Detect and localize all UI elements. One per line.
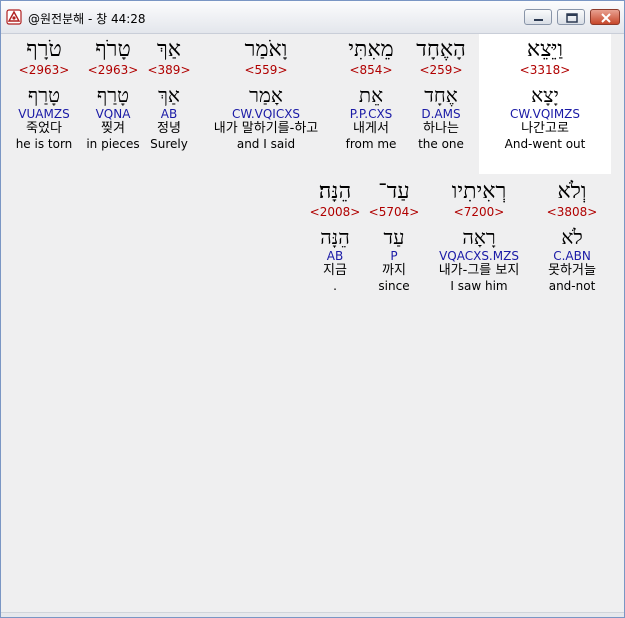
english-gloss: Surely: [150, 137, 188, 151]
english-gloss: in pieces: [86, 137, 140, 151]
word-ak[interactable]: אַךְ <389> אַךְ AB 정녕 Surely: [147, 37, 191, 152]
hebrew-word: וָאֹמַר: [244, 37, 288, 62]
strong-number[interactable]: <3808>: [537, 205, 607, 219]
strong-number[interactable]: <559>: [199, 63, 333, 77]
parsing-code: VQACXS.MZS: [439, 249, 519, 263]
word-henna[interactable]: הֵנָּה׃ <2008> הֵנָּה AB 지금 .: [303, 179, 367, 294]
korean-gloss: 찢겨: [101, 121, 125, 136]
korean-gloss: 내게서: [353, 121, 389, 136]
strong-number[interactable]: <389>: [147, 63, 191, 77]
word-haechad[interactable]: הָאֶחָד <259> אֶחָד D.AMS 하나는 the one: [409, 37, 473, 152]
hebrew-word: וַיֵּצֵא: [526, 37, 564, 62]
hebrew-word: הָאֶחָד: [416, 37, 466, 62]
hebrew-lexeme: אָמַר: [249, 83, 283, 107]
parsing-code: VQNA: [95, 107, 131, 121]
hebrew-word: וְלֹא: [557, 179, 587, 204]
english-gloss: .: [333, 279, 337, 293]
word-vayetse-selected[interactable]: וַיֵּצֵא <3318> יָצָא CW.VQIMZS 나간고로 And…: [479, 34, 611, 174]
parsing-code: D.AMS: [421, 107, 461, 121]
title-bar[interactable]: @원전분해 - 창 44:28: [1, 1, 624, 34]
korean-gloss: 죽었다: [26, 121, 62, 136]
hebrew-lexeme: אַךְ: [158, 83, 180, 107]
app-icon[interactable]: [6, 9, 22, 25]
parsing-code: AB: [326, 249, 344, 263]
hebrew-lexeme: הֵנָּה: [320, 225, 350, 249]
english-gloss: from me: [345, 137, 397, 151]
word-tarap-pual[interactable]: טֹרָף <2963> טָרַף VUAMZS 죽었다 he is torn: [9, 37, 79, 152]
korean-gloss: 지금: [323, 263, 347, 278]
minimize-icon: [534, 19, 543, 21]
parsing-code: VUAMZS: [18, 107, 70, 121]
parsing-code: P.P.CXS: [349, 107, 393, 121]
strong-number[interactable]: <7200>: [427, 205, 531, 219]
hebrew-lexeme: לֹא: [561, 225, 583, 249]
word-ad[interactable]: עַד־ <5704> עַד P 까지 since: [367, 179, 421, 294]
parsing-code: CW.VQICXS: [231, 107, 301, 121]
korean-gloss: 내가-그를 보지: [438, 263, 520, 278]
english-gloss: I saw him: [450, 279, 508, 293]
korean-gloss: 나간고로: [521, 121, 569, 136]
parsing-code: P: [390, 249, 398, 263]
english-gloss: and I said: [236, 137, 296, 151]
word-meitti[interactable]: מֵאִתִּי <854> אֵת P.P.CXS 내게서 from me: [339, 37, 403, 152]
strong-number[interactable]: <3318>: [479, 63, 611, 77]
english-gloss: since: [378, 279, 410, 293]
korean-gloss: 하나는: [423, 121, 459, 136]
hebrew-word: טֹרָף: [26, 37, 62, 62]
app-window: @원전분해 - 창 44:28 טֹרָף <2963> טָרַף VUAMZ…: [0, 0, 625, 618]
korean-gloss: 못하거늘: [548, 263, 596, 278]
window-title: @원전분해 - 창 44:28: [28, 12, 146, 26]
korean-gloss: 까지: [382, 263, 406, 278]
maximize-button[interactable]: [557, 9, 585, 25]
word-tarap-inf[interactable]: טָרֹף <2963> טָרַף VQNA 찢겨 in pieces: [83, 37, 143, 152]
hebrew-word: רְאִיתִיו: [451, 179, 507, 204]
close-icon: [601, 13, 611, 23]
korean-gloss: 정녕: [157, 121, 181, 136]
parsing-code: AB: [160, 107, 178, 121]
parsing-code: CW.VQIMZS: [509, 107, 581, 121]
hebrew-lexeme: טָרַף: [96, 83, 130, 107]
strong-number[interactable]: <2963>: [9, 63, 79, 77]
minimize-button[interactable]: [524, 9, 552, 25]
window-bottom-edge: [1, 612, 624, 617]
interlinear-view[interactable]: טֹרָף <2963> טָרַף VUAMZS 죽었다 he is torn…: [3, 34, 621, 612]
korean-gloss: 내가 말하기를-하고: [213, 121, 319, 136]
hebrew-lexeme: אֵת: [358, 83, 384, 107]
word-vaomar[interactable]: וָאֹמַר <559> אָמַר CW.VQICXS 내가 말하기를-하고…: [199, 37, 333, 152]
english-gloss: the one: [418, 137, 464, 151]
strong-number[interactable]: <2008>: [303, 205, 367, 219]
hebrew-lexeme: עַד: [383, 225, 405, 249]
hebrew-word: מֵאִתִּי: [348, 37, 394, 62]
word-reitiv[interactable]: רְאִיתִיו <7200> רָאָה VQACXS.MZS 내가-그를 …: [427, 179, 531, 294]
hebrew-lexeme: יָצָא: [531, 83, 559, 107]
english-gloss: he is torn: [15, 137, 73, 151]
hebrew-lexeme: טָרַף: [27, 83, 61, 107]
hebrew-word: הֵנָּה׃: [318, 179, 352, 204]
parsing-code: C.ABN: [553, 249, 591, 263]
strong-number[interactable]: <854>: [339, 63, 403, 77]
hebrew-lexeme: רָאָה: [462, 225, 496, 249]
maximize-icon: [566, 13, 578, 23]
english-gloss: And-went out: [504, 137, 586, 151]
close-button[interactable]: [590, 9, 620, 25]
strong-number[interactable]: <259>: [409, 63, 473, 77]
hebrew-word: טָרֹף: [95, 37, 131, 62]
hebrew-word: עַד־: [378, 179, 410, 204]
word-velo[interactable]: וְלֹא <3808> לֹא C.ABN 못하거늘 and-not: [537, 179, 607, 294]
strong-number[interactable]: <2963>: [83, 63, 143, 77]
hebrew-lexeme: אֶחָד: [424, 83, 458, 107]
english-gloss: and-not: [548, 279, 596, 293]
strong-number[interactable]: <5704>: [367, 205, 421, 219]
hebrew-word: אַךְ: [156, 37, 181, 62]
